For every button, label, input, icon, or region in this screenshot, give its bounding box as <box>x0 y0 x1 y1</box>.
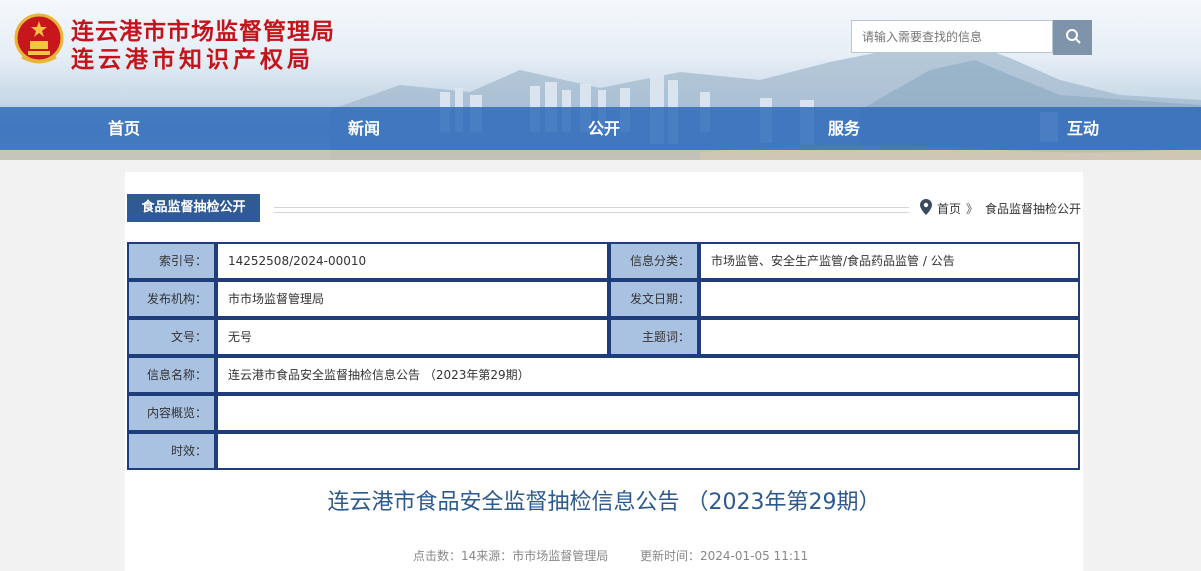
location-pin-icon <box>920 199 932 215</box>
site-header: 连云港市市场监督管理局 连云港市知识产权局 首页 新闻 公开 服务 互动 <box>0 0 1201 160</box>
search-icon <box>1065 29 1081 44</box>
nav-item-service[interactable]: 服务 <box>784 107 904 150</box>
article-title: 连云港市食品安全监督抽检信息公告 （2023年第29期） <box>327 490 881 515</box>
nav-item-public[interactable]: 公开 <box>544 107 664 150</box>
meta-value-keywords <box>699 318 1080 356</box>
search-input[interactable] <box>851 20 1053 53</box>
nav-item-news[interactable]: 新闻 <box>304 107 424 150</box>
meta-value-index-no: 14252508/2024-00010 <box>216 242 609 280</box>
meta-label-category: 信息分类： <box>609 242 699 280</box>
site-title-line-2: 连云港市知识产权局 <box>71 46 314 73</box>
nav-item-interaction[interactable]: 互动 <box>1023 107 1143 150</box>
section-tab: 食品监督抽检公开 <box>127 194 260 222</box>
meta-label-doc-no: 文号： <box>127 318 216 356</box>
meta-label-issue-date: 发文日期： <box>609 280 699 318</box>
main-nav: 首页 新闻 公开 服务 互动 <box>0 107 1201 150</box>
search-button[interactable] <box>1053 20 1092 55</box>
meta-label-publisher: 发布机构： <box>127 280 216 318</box>
meta-value-issue-date <box>699 280 1080 318</box>
meta-value-category: 市场监管、安全生产监管/食品药品监管 / 公告 <box>699 242 1080 280</box>
nav-item-home[interactable]: 首页 <box>64 107 184 150</box>
meta-label-summary: 内容概览： <box>127 394 216 432</box>
meta-label-keywords: 主题词： <box>609 318 699 356</box>
meta-label-index-no: 索引号： <box>127 242 216 280</box>
national-emblem-icon <box>14 13 64 64</box>
breadcrumb-current[interactable]: 食品监督抽检公开 <box>985 200 1081 217</box>
meta-label-validity: 时效： <box>127 432 216 470</box>
meta-value-doc-no: 无号 <box>216 318 609 356</box>
section-divider <box>274 207 909 213</box>
meta-label-info-name: 信息名称： <box>127 356 216 394</box>
breadcrumb-home[interactable]: 首页 <box>937 200 961 217</box>
article-clicks-source: 点击数：14来源：市市场监督管理局 <box>413 549 609 563</box>
meta-value-publisher: 市市场监督管理局 <box>216 280 609 318</box>
article-updated-time: 更新时间：2024-01-05 11:11 <box>640 549 809 563</box>
meta-value-info-name: 连云港市食品安全监督抽检信息公告 （2023年第29期） <box>216 356 1080 394</box>
meta-value-summary <box>216 394 1080 432</box>
breadcrumb-separator: 》 <box>966 202 979 216</box>
meta-value-validity <box>216 432 1080 470</box>
